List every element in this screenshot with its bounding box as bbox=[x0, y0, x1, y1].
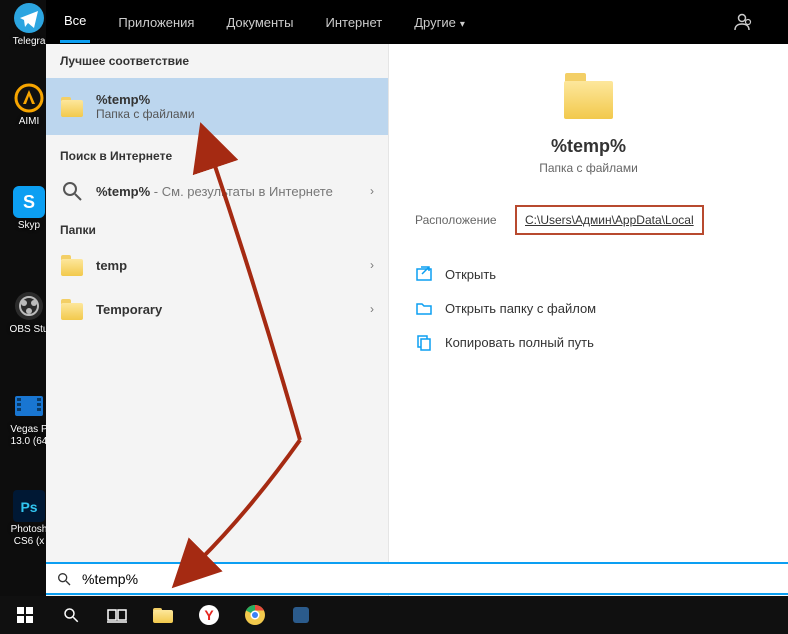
action-copy-path[interactable]: Копировать полный путь bbox=[389, 325, 788, 359]
preview-title: %temp% bbox=[389, 136, 788, 157]
search-icon bbox=[60, 179, 84, 203]
taskbar-chrome[interactable] bbox=[232, 596, 278, 634]
folder-icon bbox=[60, 297, 84, 321]
tab-other[interactable]: Другие ▾ bbox=[410, 3, 469, 42]
folder-icon bbox=[562, 68, 616, 122]
svg-text:Y: Y bbox=[204, 607, 214, 623]
result-best-match[interactable]: %temp% Папка с файлами bbox=[46, 78, 388, 135]
action-label: Открыть папку с файлом bbox=[445, 301, 596, 316]
action-open[interactable]: Открыть bbox=[389, 257, 788, 291]
svg-text:S: S bbox=[23, 192, 35, 212]
taskbar-explorer[interactable] bbox=[140, 596, 186, 634]
search-tabs: Все Приложения Документы Интернет Другие… bbox=[46, 0, 788, 44]
tab-apps[interactable]: Приложения bbox=[114, 3, 198, 42]
start-button[interactable] bbox=[2, 596, 48, 634]
account-icon[interactable] bbox=[732, 12, 752, 32]
taskbar-yandex[interactable]: Y bbox=[186, 596, 232, 634]
tab-web[interactable]: Интернет bbox=[321, 3, 386, 42]
open-icon bbox=[415, 265, 433, 283]
result-web-suffix: - См. результаты в Интернете bbox=[150, 184, 333, 199]
folder-open-icon bbox=[415, 299, 433, 317]
taskbar-app[interactable] bbox=[278, 596, 324, 634]
search-input[interactable] bbox=[82, 571, 778, 587]
folder-icon bbox=[60, 253, 84, 277]
result-title: Temporary bbox=[96, 302, 162, 317]
search-icon bbox=[56, 571, 72, 587]
result-title: %temp% bbox=[96, 92, 195, 107]
task-view-button[interactable] bbox=[94, 596, 140, 634]
result-folder-temporary[interactable]: Temporary › bbox=[46, 287, 388, 331]
chevron-down-icon: ▾ bbox=[460, 19, 465, 30]
section-web-search: Поиск в Интернете bbox=[46, 139, 388, 169]
chevron-right-icon: › bbox=[370, 184, 374, 198]
result-subtitle: Папка с файлами bbox=[96, 107, 195, 121]
result-title: temp bbox=[96, 258, 127, 273]
folder-icon bbox=[60, 95, 84, 119]
tab-other-label: Другие bbox=[414, 15, 456, 30]
preview-pane: %temp% Папка с файлами Расположение C:\U… bbox=[388, 44, 788, 596]
location-link[interactable]: C:\Users\Админ\AppData\Local bbox=[515, 205, 704, 235]
result-web[interactable]: %temp% - См. результаты в Интернете › bbox=[46, 169, 388, 213]
tab-all[interactable]: Все bbox=[60, 1, 90, 43]
result-web-query: %temp% bbox=[96, 184, 150, 199]
taskbar-search-button[interactable] bbox=[48, 596, 94, 634]
results-list: Лучшее соответствие %temp% Папка с файла… bbox=[46, 44, 388, 596]
action-label: Копировать полный путь bbox=[445, 335, 594, 350]
svg-text:Ps: Ps bbox=[20, 499, 37, 515]
preview-subtitle: Папка с файлами bbox=[389, 161, 788, 175]
tab-docs[interactable]: Документы bbox=[222, 3, 297, 42]
copy-icon bbox=[415, 333, 433, 351]
location-label: Расположение bbox=[415, 213, 515, 227]
action-label: Открыть bbox=[445, 267, 496, 282]
chevron-right-icon: › bbox=[370, 258, 374, 272]
result-folder-temp[interactable]: temp › bbox=[46, 243, 388, 287]
chevron-right-icon: › bbox=[370, 302, 374, 316]
searchbar bbox=[46, 562, 788, 595]
section-best-match: Лучшее соответствие bbox=[46, 44, 388, 74]
taskbar: Y bbox=[0, 596, 788, 634]
start-search-panel: Все Приложения Документы Интернет Другие… bbox=[46, 0, 788, 596]
section-folders: Папки bbox=[46, 213, 388, 243]
action-open-container[interactable]: Открыть папку с файлом bbox=[389, 291, 788, 325]
